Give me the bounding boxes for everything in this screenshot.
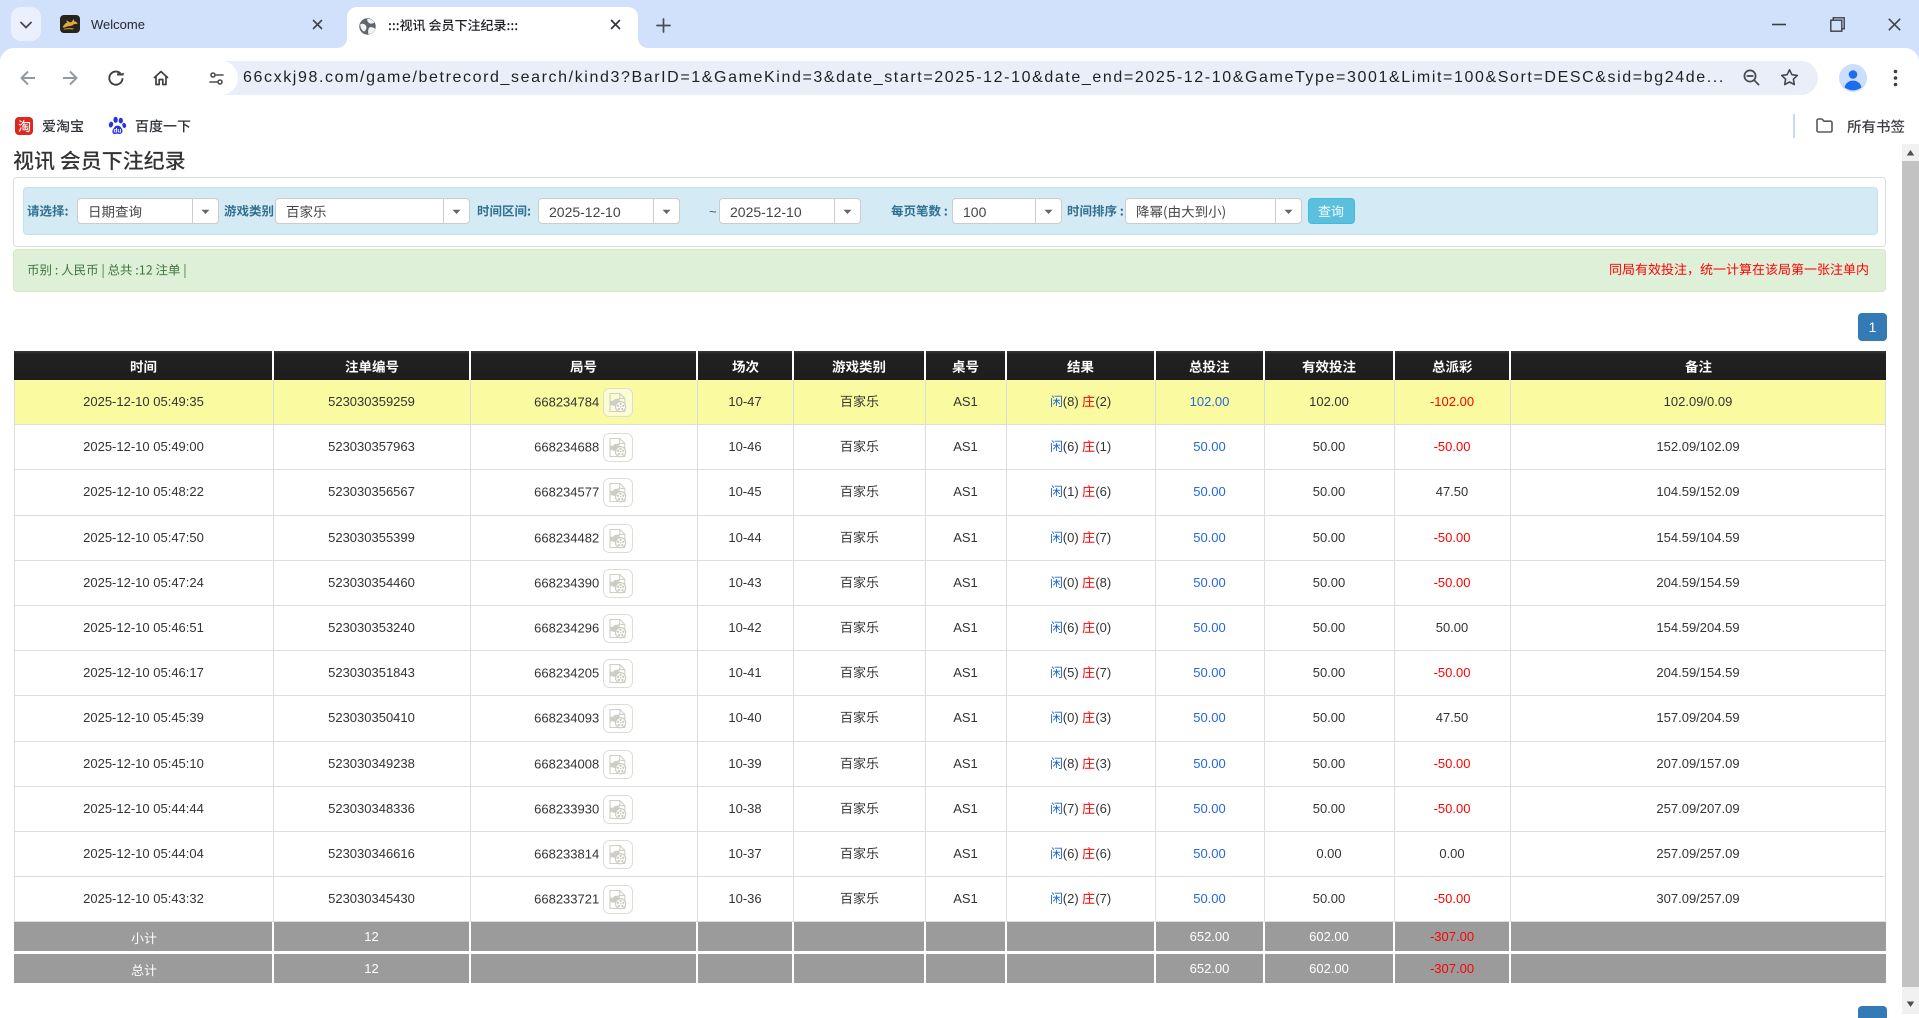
svg-text:du: du — [113, 127, 121, 134]
